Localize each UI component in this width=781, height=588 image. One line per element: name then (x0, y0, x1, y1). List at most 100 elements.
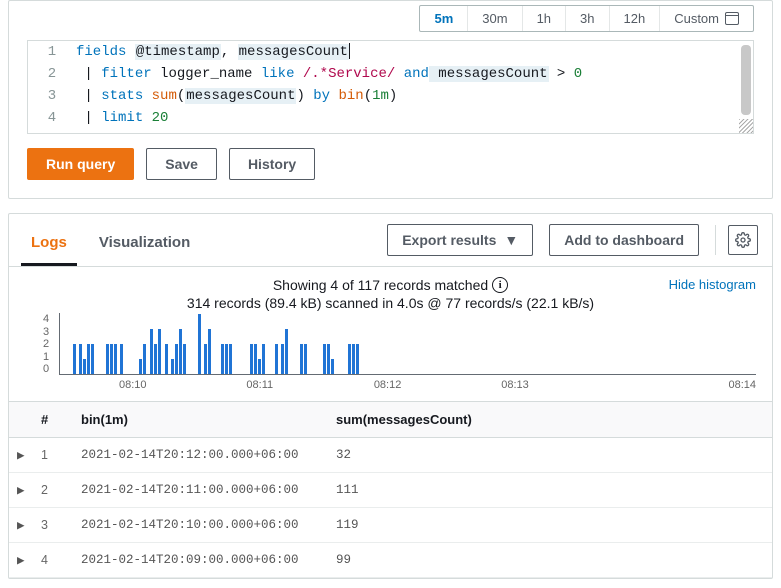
time-range-selector: 5m 30m 1h 3h 12h Custom (27, 1, 754, 40)
histogram-bar[interactable] (204, 344, 207, 374)
histogram-bar[interactable] (356, 344, 359, 374)
chart-plot-area[interactable] (59, 313, 756, 375)
table-row[interactable]: ▶ 42021-02-14T20:09:00.000+06:0099 (9, 543, 772, 578)
table-row[interactable]: ▶32021-02-14T20:10:00.000+06:00119 (9, 508, 772, 543)
histogram-bar[interactable] (221, 344, 224, 374)
time-range-12h[interactable]: 12h (610, 6, 661, 31)
line-number: 2 (28, 63, 76, 85)
run-query-button[interactable]: Run query (27, 148, 134, 180)
table-row[interactable]: ▶ 12021-02-14T20:12:00.000+06:0032 (9, 438, 772, 473)
histogram-bar[interactable] (110, 344, 113, 374)
histogram-bar[interactable] (120, 344, 123, 374)
histogram-chart: 0 1 2 3 4 08:10 08:11 08:12 08:13 08:14 (9, 313, 772, 401)
gear-icon (735, 232, 751, 248)
column-index[interactable]: # (33, 402, 73, 438)
row-index: 2 (33, 473, 73, 508)
time-range-1h[interactable]: 1h (523, 6, 566, 31)
histogram-bar[interactable] (285, 329, 288, 374)
histogram-bar[interactable] (331, 359, 334, 374)
scan-stats-text: 314 records (89.4 kB) scanned in 4.0s @ … (25, 295, 756, 311)
histogram-bar[interactable] (323, 344, 326, 374)
line-number: 4 (28, 107, 76, 129)
cell-sum: 32 (328, 438, 772, 473)
query-panel: 5m 30m 1h 3h 12h Custom 1 fields @timest… (8, 0, 773, 199)
code-line-3[interactable]: | stats sum(messagesCount) by bin(1m) (76, 85, 753, 107)
histogram-bar[interactable] (154, 344, 157, 374)
histogram-bar[interactable] (179, 329, 182, 374)
caret-down-icon: ▼ (504, 232, 518, 248)
histogram-bar[interactable] (304, 344, 307, 374)
save-button[interactable]: Save (146, 148, 217, 180)
histogram-bar[interactable] (225, 344, 228, 374)
settings-button[interactable] (728, 225, 758, 255)
cell-bin: 2021-02-14T20:09:00.000+06:00 (73, 543, 328, 578)
histogram-bar[interactable] (73, 344, 76, 374)
time-range-3h[interactable]: 3h (566, 6, 609, 31)
histogram-bar[interactable] (300, 344, 303, 374)
records-matched-text: Showing 4 of 117 records matched i (273, 277, 508, 293)
histogram-bar[interactable] (150, 329, 153, 374)
chart-x-axis: 08:10 08:11 08:12 08:13 08:14 (59, 379, 756, 391)
histogram-bar[interactable] (175, 344, 178, 374)
table-row[interactable]: ▶ 22021-02-14T20:11:00.000+06:00111 (9, 473, 772, 508)
line-number: 3 (28, 85, 76, 107)
cell-sum: 111 (328, 473, 772, 508)
row-index: 1 (33, 438, 73, 473)
code-line-4[interactable]: | limit 20 (76, 107, 753, 129)
histogram-bar[interactable] (114, 344, 117, 374)
time-range-custom[interactable]: Custom (660, 6, 753, 31)
histogram-bar[interactable] (106, 344, 109, 374)
cell-sum: 99 (328, 543, 772, 578)
histogram-bar[interactable] (139, 359, 142, 374)
histogram-bar[interactable] (208, 329, 211, 374)
histogram-bar[interactable] (348, 344, 351, 374)
export-results-button[interactable]: Export results ▼ (387, 224, 533, 256)
code-line-1[interactable]: fields @timestamp, messagesCount (76, 41, 753, 63)
histogram-bar[interactable] (79, 344, 82, 374)
editor-scrollbar[interactable] (741, 45, 751, 115)
histogram-bar[interactable] (171, 359, 174, 374)
expand-row-icon[interactable]: ▶ (17, 447, 25, 463)
expand-row-icon[interactable]: ▶ (17, 517, 25, 533)
tab-logs[interactable]: Logs (23, 226, 75, 265)
histogram-bar[interactable] (352, 344, 355, 374)
results-panel: Logs Visualization Export results ▼ Add … (8, 213, 773, 579)
column-expand (9, 402, 33, 438)
histogram-bar[interactable] (158, 329, 161, 374)
code-line-2[interactable]: | filter logger_name like /.*Service/ an… (76, 63, 753, 85)
tab-visualization[interactable]: Visualization (91, 226, 198, 265)
row-index: 4 (33, 543, 73, 578)
history-button[interactable]: History (229, 148, 315, 180)
add-to-dashboard-button[interactable]: Add to dashboard (549, 224, 699, 256)
histogram-bar[interactable] (281, 344, 284, 374)
hide-histogram-link[interactable]: Hide histogram (669, 277, 756, 292)
histogram-bar[interactable] (327, 344, 330, 374)
histogram-bar[interactable] (165, 344, 168, 374)
histogram-bar[interactable] (254, 344, 257, 374)
expand-row-icon[interactable]: ▶ (17, 482, 25, 498)
histogram-bar[interactable] (198, 314, 201, 374)
histogram-bar[interactable] (183, 344, 186, 374)
cell-bin: 2021-02-14T20:12:00.000+06:00 (73, 438, 328, 473)
expand-row-icon[interactable]: ▶ (17, 552, 25, 568)
time-range-30m[interactable]: 30m (468, 6, 522, 31)
time-range-5m[interactable]: 5m (420, 6, 468, 31)
calendar-icon (725, 12, 739, 25)
histogram-bar[interactable] (91, 344, 94, 374)
column-sum[interactable]: sum(messagesCount) (328, 402, 772, 438)
chart-y-axis: 0 1 2 3 4 (43, 313, 49, 375)
histogram-bar[interactable] (262, 344, 265, 374)
query-editor[interactable]: 1 fields @timestamp, messagesCount 2 | f… (27, 40, 754, 134)
resize-handle-icon[interactable] (739, 119, 753, 133)
histogram-bar[interactable] (275, 344, 278, 374)
histogram-bar[interactable] (83, 359, 86, 374)
info-icon[interactable]: i (492, 277, 508, 293)
histogram-bar[interactable] (87, 344, 90, 374)
histogram-bar[interactable] (258, 359, 261, 374)
cell-sum: 119 (328, 508, 772, 543)
histogram-bar[interactable] (250, 344, 253, 374)
histogram-bar[interactable] (143, 344, 146, 374)
cell-bin: 2021-02-14T20:11:00.000+06:00 (73, 473, 328, 508)
histogram-bar[interactable] (229, 344, 232, 374)
column-bin[interactable]: bin(1m) (73, 402, 328, 438)
